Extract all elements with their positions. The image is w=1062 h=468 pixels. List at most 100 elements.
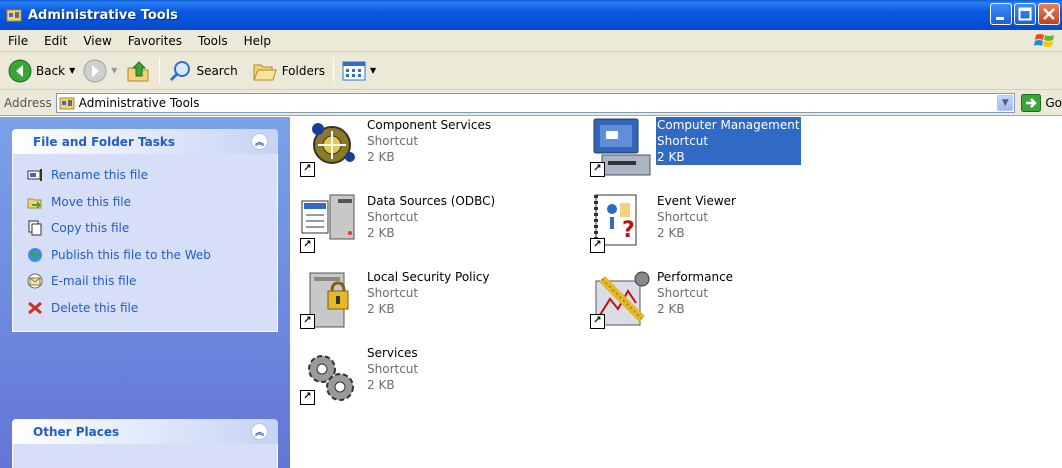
- task-label: Move this file: [51, 194, 131, 209]
- minimize-button[interactable]: [990, 3, 1012, 25]
- file-label: Component Services Shortcut 2 KB: [366, 117, 492, 165]
- toolbar-separator: [333, 57, 335, 84]
- shortcut-arrow-icon: ↗: [590, 238, 605, 253]
- data-sources-icon: ↗: [298, 193, 362, 257]
- up-button[interactable]: [121, 55, 155, 87]
- back-arrow-icon: [8, 59, 32, 82]
- file-label: Performance Shortcut 2 KB: [656, 269, 734, 317]
- go-button[interactable]: Go: [1021, 93, 1062, 112]
- file-item[interactable]: ? ↗ Event Viewer Shortcut 2 KB: [588, 193, 737, 257]
- views-dropdown-icon[interactable]: ▼: [370, 66, 376, 75]
- delete-icon: [27, 300, 43, 316]
- task-copy[interactable]: Copy this file: [27, 215, 277, 242]
- task-email[interactable]: E-mail this file: [27, 268, 277, 295]
- file-type: Shortcut: [657, 286, 709, 300]
- svg-text:?: ?: [622, 218, 635, 243]
- shortcut-arrow-icon: ↗: [590, 162, 605, 177]
- folders-icon: [252, 64, 277, 80]
- menu-file[interactable]: File: [0, 34, 36, 48]
- close-button[interactable]: [1038, 3, 1060, 25]
- file-name: Local Security Policy: [367, 270, 490, 284]
- component-services-icon: ↗: [298, 117, 362, 181]
- forward-dropdown-icon[interactable]: ▼: [111, 66, 117, 75]
- file-name: Data Sources (ODBC): [367, 194, 496, 208]
- back-dropdown-icon[interactable]: ▼: [69, 66, 75, 75]
- email-icon: [27, 273, 43, 289]
- menu-help[interactable]: Help: [236, 34, 279, 48]
- folders-label: Folders: [281, 63, 326, 78]
- file-size: 2 KB: [657, 302, 685, 316]
- file-name: Performance: [657, 270, 734, 284]
- file-item[interactable]: ↗ Performance Shortcut 2 KB: [588, 269, 734, 333]
- title-bar[interactable]: Administrative Tools: [0, 0, 1062, 30]
- rename-icon: [27, 167, 43, 183]
- menu-view[interactable]: View: [75, 34, 119, 48]
- address-field[interactable]: Administrative Tools ▼: [55, 92, 1016, 113]
- collapse-button[interactable]: ︽: [251, 423, 268, 440]
- panel-header[interactable]: File and Folder Tasks ︽: [12, 129, 278, 154]
- collapse-button[interactable]: ︽: [251, 133, 268, 150]
- shortcut-arrow-icon: ↗: [300, 238, 315, 253]
- panel-title: Other Places: [33, 424, 120, 439]
- minimize-icon: [996, 17, 1004, 20]
- address-dropdown-button[interactable]: ▼: [997, 94, 1014, 111]
- file-label: Computer Management Shortcut 2 KB: [656, 117, 801, 165]
- folder-up-icon: [127, 60, 149, 81]
- panel-title: File and Folder Tasks: [33, 134, 176, 149]
- file-item[interactable]: ↗ Computer Management Shortcut 2 KB: [588, 117, 801, 181]
- file-item[interactable]: ↗ Services Shortcut 2 KB: [298, 345, 419, 409]
- task-delete[interactable]: Delete this file: [27, 295, 277, 322]
- forward-button[interactable]: ▼: [79, 55, 121, 87]
- task-label: Publish this file to the Web: [51, 247, 211, 262]
- task-move[interactable]: Move this file: [27, 189, 277, 216]
- file-item[interactable]: ↗ Component Services Shortcut 2 KB: [298, 117, 492, 181]
- back-button[interactable]: Back ▼: [4, 55, 79, 87]
- file-item[interactable]: ↗ Local Security Policy Shortcut 2 KB: [298, 269, 491, 333]
- file-label: Local Security Policy Shortcut 2 KB: [366, 269, 491, 317]
- go-arrow-icon: [1021, 93, 1042, 112]
- search-button[interactable]: Search: [164, 55, 241, 87]
- menu-tools[interactable]: Tools: [190, 34, 236, 48]
- maximize-button[interactable]: [1014, 3, 1036, 25]
- address-bar: Address Administrative Tools ▼ Go: [0, 90, 1062, 116]
- toolbar: Back ▼ ▼ Search Folders ▼: [0, 52, 1062, 90]
- event-viewer-icon: ? ↗: [588, 193, 652, 257]
- file-name: Component Services: [367, 118, 492, 132]
- file-type: Shortcut: [657, 134, 709, 148]
- panel-body: Rename this file Move this file Copy thi…: [12, 154, 278, 332]
- task-rename[interactable]: Rename this file: [27, 162, 277, 189]
- address-label: Address: [4, 95, 52, 110]
- file-name: Computer Management: [657, 118, 800, 132]
- menu-bar: File Edit View Favorites Tools Help: [0, 30, 1062, 52]
- file-size: 2 KB: [367, 302, 395, 316]
- shortcut-arrow-icon: ↗: [300, 314, 315, 329]
- menu-edit[interactable]: Edit: [36, 34, 75, 48]
- menu-favorites[interactable]: Favorites: [120, 34, 190, 48]
- search-label: Search: [196, 63, 238, 78]
- chevron-up-icon: ︽: [254, 428, 264, 438]
- file-type: Shortcut: [367, 362, 419, 376]
- shortcut-arrow-icon: ↗: [590, 314, 605, 329]
- windows-logo-icon: [1034, 34, 1054, 47]
- file-label: Services Shortcut 2 KB: [366, 345, 419, 393]
- move-icon: [27, 194, 43, 210]
- file-item[interactable]: ↗ Data Sources (ODBC) Shortcut 2 KB: [298, 193, 496, 257]
- file-folder-tasks-panel: File and Folder Tasks ︽ Rename this file…: [12, 129, 278, 332]
- file-size: 2 KB: [657, 150, 685, 164]
- chevron-down-icon: ▼: [1001, 97, 1009, 108]
- file-type: Shortcut: [367, 134, 419, 148]
- panel-header[interactable]: Other Places ︽: [12, 419, 278, 444]
- task-label: Copy this file: [51, 221, 130, 236]
- views-button[interactable]: ▼: [338, 55, 380, 87]
- file-type: Shortcut: [367, 286, 419, 300]
- folders-button[interactable]: Folders: [248, 55, 329, 87]
- file-size: 2 KB: [657, 226, 685, 240]
- task-label: E-mail this file: [51, 274, 137, 289]
- performance-icon: ↗: [588, 269, 652, 333]
- file-size: 2 KB: [367, 378, 395, 392]
- panel-body: [12, 444, 278, 468]
- maximize-icon: [1018, 7, 1032, 21]
- file-name: Event Viewer: [657, 194, 736, 208]
- views-icon: [342, 61, 366, 80]
- task-publish[interactable]: Publish this file to the Web: [27, 242, 277, 269]
